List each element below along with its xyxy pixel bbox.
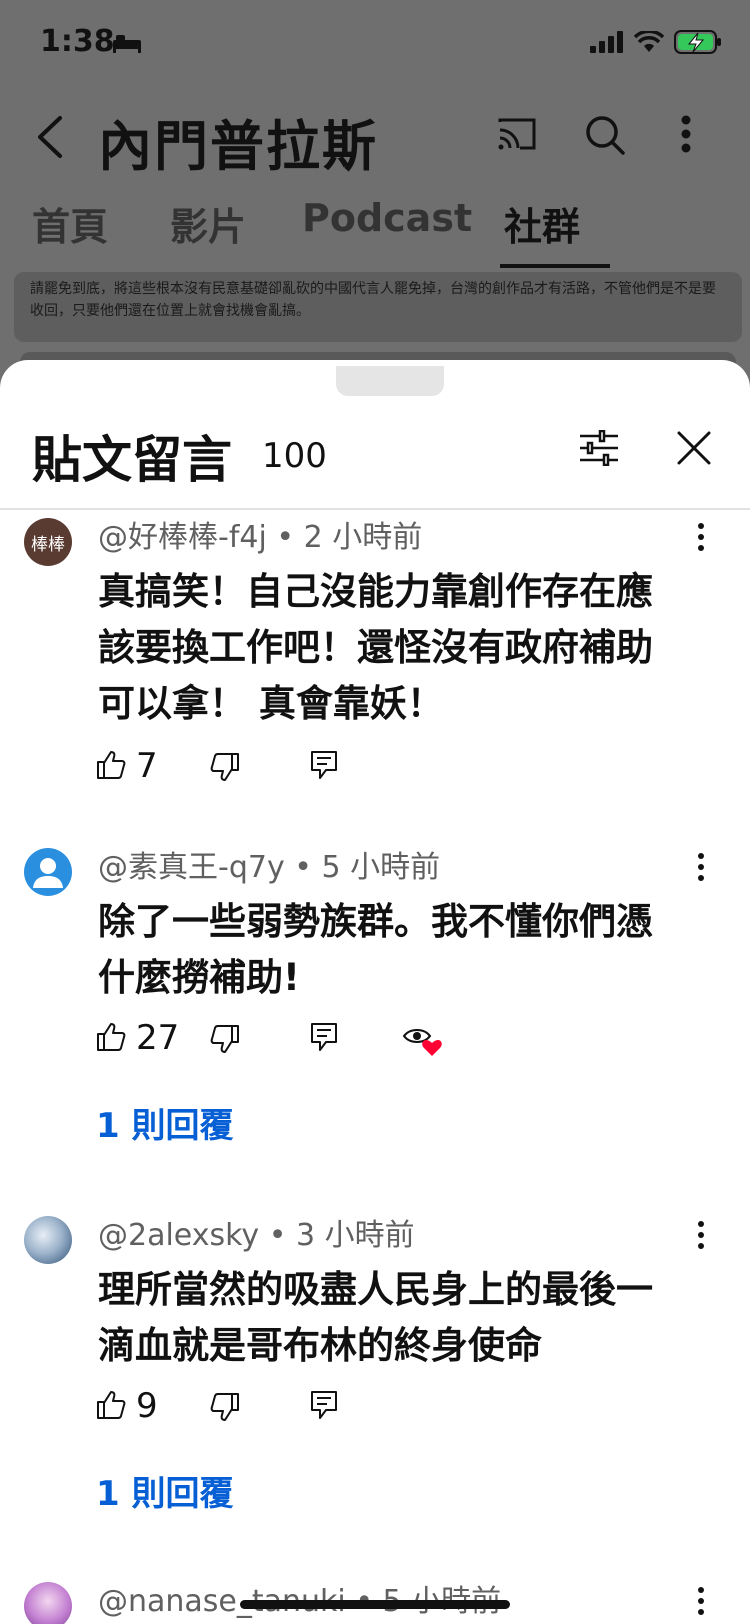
- comment-more-icon[interactable]: [696, 852, 706, 882]
- avatar[interactable]: [24, 848, 72, 896]
- status-bar: 1:38: [0, 0, 750, 90]
- comment-more-icon[interactable]: [696, 1220, 706, 1250]
- avatar[interactable]: [24, 1582, 72, 1624]
- channel-header: 內門普拉斯: [0, 90, 750, 200]
- tab-community[interactable]: 社群: [504, 196, 580, 251]
- header-divider: [0, 508, 750, 510]
- comments-header: 貼文留言 100: [0, 400, 750, 510]
- channel-title: 內門普拉斯: [98, 115, 378, 178]
- close-icon[interactable]: [676, 430, 712, 466]
- default-user-icon: [33, 858, 63, 888]
- status-time: 1:38: [40, 24, 115, 59]
- thumbs-down-icon[interactable]: [210, 1392, 240, 1422]
- thumbs-up-icon[interactable]: [96, 1390, 126, 1420]
- tab-home[interactable]: 首頁: [32, 196, 108, 251]
- thumbs-down-icon[interactable]: [210, 1024, 240, 1054]
- community-post-preview[interactable]: 請罷免到底，將這些根本沒有民意基礎卻亂砍的中國代言人罷免掉，台灣的創作品才有活路…: [14, 272, 742, 342]
- back-arrow-icon[interactable]: [30, 112, 70, 162]
- cast-icon[interactable]: [496, 116, 538, 152]
- sheet-drag-handle[interactable]: [336, 366, 444, 396]
- comments-title: 貼文留言: [32, 431, 232, 489]
- wifi-icon: [634, 31, 664, 52]
- comment-meta: @素真王-q7y • 5 小時前: [98, 842, 440, 886]
- comments-count: 100: [262, 436, 327, 476]
- comment-time: • 2 小時前: [276, 520, 423, 555]
- comment-more-icon[interactable]: [696, 1586, 706, 1616]
- comment-more-icon[interactable]: [696, 522, 706, 552]
- thumbs-up-icon[interactable]: [96, 1022, 126, 1052]
- reply-icon[interactable]: [310, 750, 338, 780]
- tab-videos[interactable]: 影片: [170, 196, 246, 251]
- comment-text: 除了一些弱勢族群。我不懂你們憑什麼撈補助!: [98, 900, 653, 999]
- like-count: 7: [136, 746, 158, 786]
- comment-author[interactable]: @好棒棒-f4j: [98, 520, 267, 555]
- comment-time: • 3 小時前: [268, 1218, 415, 1253]
- thumbs-up-icon[interactable]: [96, 750, 126, 780]
- sort-filter-icon[interactable]: [578, 430, 620, 466]
- status-indicators: [590, 30, 722, 54]
- battery-charging-icon: [674, 30, 721, 54]
- reply-icon[interactable]: [310, 1022, 338, 1052]
- more-options-icon[interactable]: [680, 114, 692, 154]
- comment-text: 真搞笑！自己沒能力靠創作存在應該要換工作吧！還怪沒有政府補助可以拿！ 真會靠妖！: [98, 570, 653, 725]
- comment-time: • 5 小時前: [294, 850, 441, 885]
- home-indicator[interactable]: [240, 1600, 510, 1609]
- comment-author[interactable]: @素真王-q7y: [98, 850, 285, 885]
- thumbs-down-icon[interactable]: [210, 752, 240, 782]
- avatar[interactable]: [24, 1216, 72, 1264]
- comment-meta: @好棒棒-f4j • 2 小時前: [98, 512, 422, 556]
- comment-text: 理所當然的吸盡人民身上的最後一滴血就是哥布林的終身使命: [98, 1268, 653, 1367]
- comments-sheet: 貼文留言 100 棒棒 @好棒棒-f4j • 2 小時前 真搞笑！自己沒能力靠創…: [0, 360, 750, 1624]
- reply-icon[interactable]: [310, 1390, 338, 1420]
- avatar[interactable]: 棒棒: [24, 518, 72, 566]
- avatar-label: 棒棒: [31, 534, 65, 555]
- comment-actions: 27: [96, 1018, 696, 1064]
- comment-actions: 9: [96, 1386, 696, 1432]
- comment-author[interactable]: @2alexsky: [98, 1218, 259, 1253]
- like-count: 27: [136, 1018, 180, 1058]
- sleep-focus-icon: [113, 35, 141, 53]
- post-preview-text: 請罷免到底，將這些根本沒有民意基礎卻亂砍的中國代言人罷免掉，台灣的創作品才有活路…: [30, 281, 716, 319]
- active-tab-indicator: [500, 264, 610, 268]
- signal-icon: [590, 31, 623, 53]
- view-replies-link[interactable]: 1 則回覆: [96, 1098, 234, 1147]
- comment-meta: @2alexsky • 3 小時前: [98, 1210, 415, 1254]
- comment-meta: @nanase_tanuki • 5 小時前: [98, 1576, 501, 1620]
- like-count: 9: [136, 1386, 158, 1426]
- tab-podcast[interactable]: Podcast: [302, 196, 472, 240]
- search-icon[interactable]: [584, 114, 626, 156]
- comment-actions: 7: [96, 746, 696, 792]
- view-replies-link[interactable]: 1 則回覆: [96, 1466, 234, 1515]
- creator-heart-icon[interactable]: [402, 1024, 444, 1058]
- channel-tabs: 首頁 影片 Podcast 社群: [0, 196, 750, 270]
